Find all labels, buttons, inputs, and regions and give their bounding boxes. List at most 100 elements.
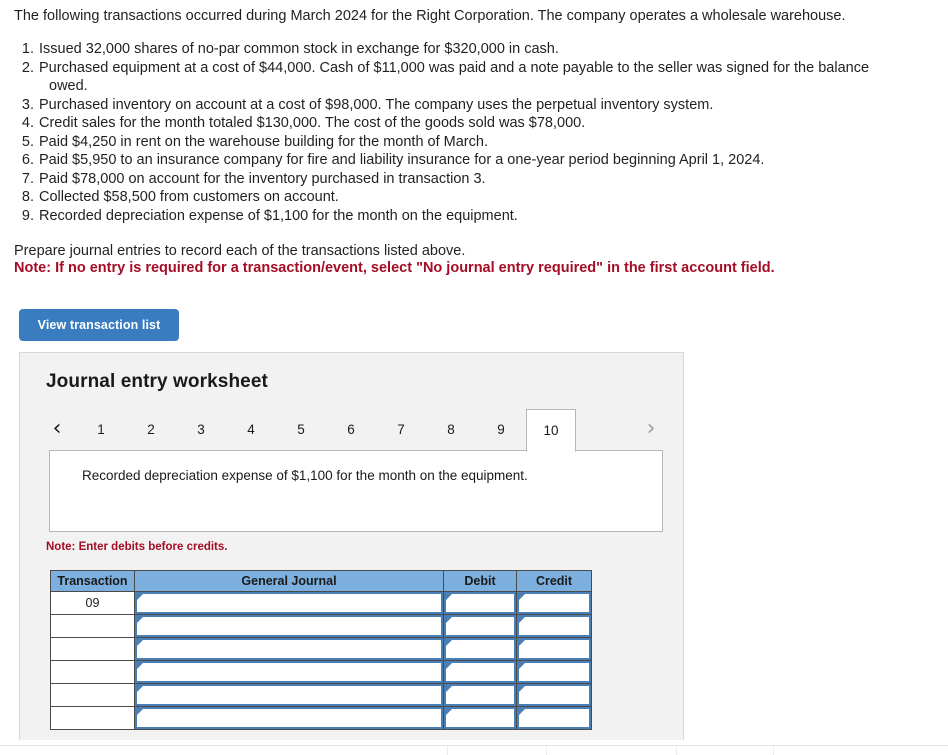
- cell-general-journal-input[interactable]: [135, 638, 443, 660]
- cell-transaction[interactable]: 09: [50, 591, 135, 615]
- cell-debit-input[interactable]: [444, 592, 516, 614]
- cell-credit: [516, 660, 592, 684]
- cell-general-journal: [134, 706, 444, 730]
- transaction-number: 3.: [21, 96, 34, 113]
- cell-general-journal-input[interactable]: [135, 661, 443, 683]
- cell-transaction[interactable]: [50, 614, 135, 638]
- cell-credit-input[interactable]: [517, 661, 591, 683]
- worksheet-tab-4[interactable]: 4: [226, 409, 276, 451]
- transaction-number: 5.: [21, 133, 34, 150]
- transaction-item: 9. Recorded depreciation expense of $1,10…: [14, 207, 939, 226]
- transaction-text: Recorded depreciation expense of $1,100 …: [34, 207, 939, 226]
- cell-general-journal-input[interactable]: [135, 684, 443, 706]
- transaction-item: 2. Purchased equipment at a cost of $44,0…: [14, 59, 939, 96]
- cell-credit: [516, 637, 592, 661]
- worksheet-tab-1[interactable]: 1: [76, 409, 126, 451]
- journal-entry-table: Transaction General Journal Debit Credit…: [50, 570, 592, 730]
- cell-debit: [443, 614, 517, 638]
- cell-debit-input[interactable]: [444, 615, 516, 637]
- cell-credit-input[interactable]: [517, 592, 591, 614]
- cell-general-journal-input[interactable]: [135, 615, 443, 637]
- page-root: The following transactions occurred duri…: [0, 0, 948, 755]
- column-header-debit: Debit: [443, 570, 517, 592]
- cell-general-journal: [134, 660, 444, 684]
- column-header-general-journal: General Journal: [134, 570, 444, 592]
- cell-debit: [443, 660, 517, 684]
- transaction-number: 4.: [21, 115, 34, 131]
- transaction-number: 2.: [21, 59, 34, 76]
- cell-credit: [516, 591, 592, 615]
- table-row: [50, 706, 592, 730]
- worksheet-tab-6[interactable]: 6: [326, 409, 376, 451]
- no-entry-note: Note: If no entry is required for a tran…: [14, 260, 775, 276]
- prev-arrow-icon[interactable]: ‹: [46, 417, 68, 443]
- cell-debit: [443, 591, 517, 615]
- transaction-text: Issued 32,000 shares of no-par common st…: [34, 40, 939, 59]
- worksheet-tab-2[interactable]: 2: [126, 409, 176, 451]
- cell-credit-input[interactable]: [517, 684, 591, 706]
- transaction-item: 6. Paid $5,950 to an insurance company fo…: [14, 151, 939, 170]
- transaction-text-main: Paid $4,250 in rent on the warehouse bui…: [39, 133, 488, 150]
- transaction-text-main: Paid $78,000 on account for the inventor…: [39, 170, 486, 187]
- transaction-list: 1. Issued 32,000 shares of no-par common …: [14, 40, 939, 225]
- transaction-number: 9.: [21, 207, 34, 224]
- transaction-text-main: Paid $5,950 to an insurance company for …: [39, 152, 765, 168]
- cell-transaction[interactable]: [50, 683, 135, 707]
- table-row: [50, 683, 592, 707]
- problem-intro: The following transactions occurred duri…: [14, 8, 846, 24]
- cell-general-journal: [134, 683, 444, 707]
- cell-debit-input[interactable]: [444, 707, 516, 729]
- journal-entry-worksheet-panel: Journal entry worksheet ‹ › 1 2 3 4 5 6 7 8 9 10 …: [19, 352, 684, 740]
- cell-debit-input[interactable]: [444, 684, 516, 706]
- transaction-text: Purchased equipment at a cost of $44,000…: [34, 59, 939, 96]
- worksheet-tab-9[interactable]: 9: [476, 409, 526, 451]
- worksheet-tab-5[interactable]: 5: [276, 409, 326, 451]
- transaction-text: Paid $5,950 to an insurance company for …: [34, 151, 939, 170]
- table-row: [50, 614, 592, 638]
- cell-general-journal-input[interactable]: [135, 707, 443, 729]
- worksheet-tab-8[interactable]: 8: [426, 409, 476, 451]
- worksheet-tab-10[interactable]: 10: [526, 409, 576, 452]
- table-header-row: Transaction General Journal Debit Credit: [50, 570, 592, 592]
- table-row: [50, 637, 592, 661]
- transaction-text: Paid $4,250 in rent on the warehouse bui…: [34, 133, 939, 152]
- transaction-text: Credit sales for the month totaled $130,…: [34, 114, 939, 133]
- cell-debit: [443, 706, 517, 730]
- transaction-number: 1.: [21, 41, 34, 57]
- table-row: 09: [50, 591, 592, 615]
- transaction-text-main: Credit sales for the month totaled $130,…: [39, 115, 586, 131]
- cell-credit-input[interactable]: [517, 707, 591, 729]
- cell-debit: [443, 637, 517, 661]
- cell-credit-input[interactable]: [517, 615, 591, 637]
- transaction-text-main: Collected $58,500 from customers on acco…: [39, 189, 339, 205]
- cell-debit-input[interactable]: [444, 638, 516, 660]
- table-row: [50, 660, 592, 684]
- cell-transaction[interactable]: [50, 660, 135, 684]
- transaction-item: 8. Collected $58,500 from customers on ac…: [14, 188, 939, 207]
- transaction-number: 6.: [21, 152, 34, 168]
- enter-debits-note: Note: Enter debits before credits.: [46, 541, 228, 553]
- cell-transaction[interactable]: [50, 637, 135, 661]
- column-header-transaction: Transaction: [50, 570, 135, 592]
- cell-transaction[interactable]: [50, 706, 135, 730]
- column-header-credit: Credit: [516, 570, 592, 592]
- prepare-instruction: Prepare journal entries to record each o…: [14, 243, 466, 259]
- cell-credit: [516, 683, 592, 707]
- journal-table-body: 09: [50, 591, 592, 730]
- transaction-item: 4. Credit sales for the month totaled $13…: [14, 114, 939, 133]
- cell-debit-input[interactable]: [444, 661, 516, 683]
- worksheet-tab-3[interactable]: 3: [176, 409, 226, 451]
- transaction-text: Collected $58,500 from customers on acco…: [34, 188, 939, 207]
- worksheet-tab-7[interactable]: 7: [376, 409, 426, 451]
- cell-credit-input[interactable]: [517, 638, 591, 660]
- next-arrow-icon[interactable]: ›: [640, 417, 662, 443]
- cell-credit: [516, 706, 592, 730]
- worksheet-title: Journal entry worksheet: [46, 371, 268, 392]
- transaction-text-main: Purchased equipment at a cost of $44,000…: [39, 59, 870, 76]
- transaction-text-continued: owed.: [49, 78, 88, 94]
- cell-general-journal-input[interactable]: [135, 592, 443, 614]
- view-transaction-list-button[interactable]: View transaction list: [19, 309, 179, 341]
- worksheet-tab-strip: ‹ › 1 2 3 4 5 6 7 8 9 10: [46, 409, 662, 452]
- transaction-text: Paid $78,000 on account for the inventor…: [34, 170, 939, 189]
- tab-content-box: Recorded depreciation expense of $1,100 …: [49, 450, 663, 532]
